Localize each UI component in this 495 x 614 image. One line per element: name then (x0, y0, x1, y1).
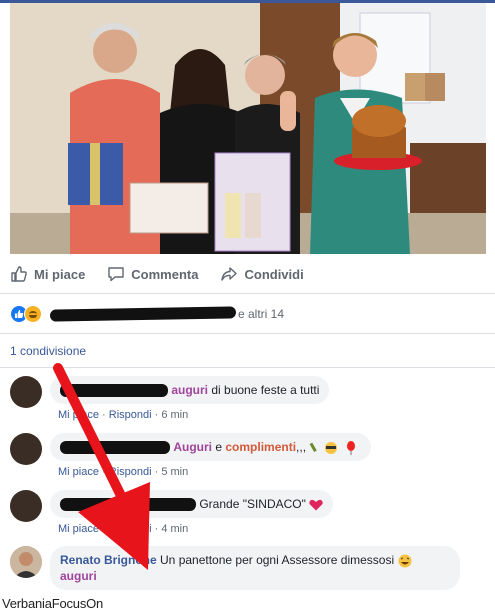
comment-meta: Mi piace · Rispondi · 4 min (58, 523, 189, 535)
comment-time: 4 min (161, 523, 189, 535)
redacted-names (49, 306, 237, 322)
watermark-text: VerbaniaFocusOn (2, 596, 104, 611)
comment-reply-link[interactable]: Rispondi (109, 466, 152, 478)
comment-meta: Mi piace · Rispondi · 6 min (58, 409, 189, 421)
share-arrow-icon (221, 267, 238, 281)
comment-reply-link[interactable]: Rispondi (109, 523, 152, 535)
comment-time: 5 min (161, 466, 189, 478)
comment-text: di buone feste a tutti (208, 383, 320, 397)
comment-like-link[interactable]: Mi piace (58, 409, 99, 421)
comment-bubble-icon (108, 267, 124, 282)
emoji-group-icon (310, 440, 356, 455)
laughing-emoji-icon (398, 554, 411, 568)
comment-meta: Mi piace · Rispondi · 5 min (58, 466, 189, 478)
comment-author[interactable]: Renato Brignone (60, 553, 157, 567)
commenter-avatar[interactable] (10, 490, 42, 522)
comment-keyword: Auguri (173, 440, 213, 454)
comment-keyword: auguri (171, 383, 209, 397)
comment-text: e (212, 440, 226, 454)
comment-bubble: Renato Brignone Un panettone per ogni As… (50, 546, 460, 590)
share-button[interactable]: Condividi (220, 265, 304, 283)
redacted-author (60, 384, 168, 398)
commenter-avatar[interactable] (10, 433, 42, 465)
comment-like-link[interactable]: Mi piace (58, 523, 99, 535)
divider (0, 293, 495, 294)
like-label: Mi piace (34, 266, 86, 282)
like-button[interactable]: Mi piace (10, 265, 85, 283)
commenter-avatar[interactable] (10, 546, 42, 578)
photo-illustration (10, 3, 486, 254)
thumbs-up-icon (11, 266, 27, 282)
share-label: Condividi (244, 266, 304, 282)
comment-label: Commenta (131, 266, 199, 282)
commenter-avatar[interactable] (10, 376, 42, 408)
redacted-author (60, 498, 196, 512)
divider (0, 367, 495, 368)
comment-bubble: auguri di buone feste a tutti (50, 376, 330, 404)
reactions-summary[interactable]: e altri 14 (10, 304, 284, 324)
comment-text-tail: ,,, (296, 440, 307, 454)
haha-reaction-icon (24, 305, 42, 323)
comment-time: 6 min (161, 409, 189, 421)
redacted-author (60, 441, 170, 455)
divider (0, 333, 495, 334)
post-action-bar: Mi piace Commenta Condividi (0, 258, 495, 290)
person-avatar-icon (10, 546, 42, 578)
reactions-others-text[interactable]: e altri 14 (238, 307, 284, 321)
comment-bubble: Auguri e complimenti,,, (50, 433, 372, 461)
comment-bubble: Grande "SINDACO" (50, 490, 334, 518)
heart-icon (309, 499, 323, 511)
comment-reply-link[interactable]: Rispondi (109, 409, 152, 421)
comment-text: Grande "SINDACO" (199, 497, 306, 511)
comment-keyword: auguri (60, 569, 97, 583)
comment-like-link[interactable]: Mi piace (58, 466, 99, 478)
comment-button[interactable]: Commenta (107, 265, 198, 283)
comment-keyword-2: complimenti (225, 440, 297, 454)
shares-count[interactable]: 1 condivisione (10, 344, 86, 358)
post-photo[interactable] (10, 3, 486, 254)
comment-text: Un panettone per ogni Assessore dimessos… (160, 553, 395, 567)
